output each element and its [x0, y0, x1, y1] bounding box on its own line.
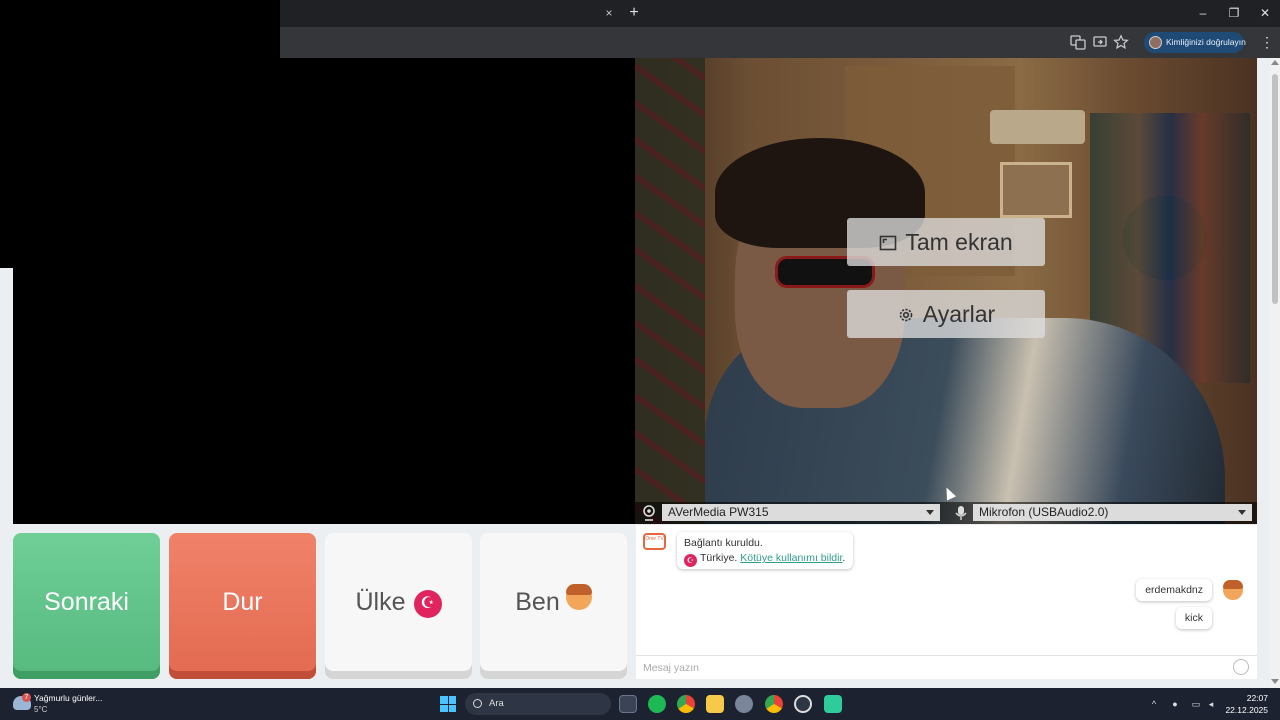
profile-verify-button[interactable]: Kimliğinizi doğrulayın — [1144, 32, 1246, 53]
my-message: kick — [1175, 607, 1212, 629]
my-message: erdemakdnz — [1136, 579, 1212, 601]
search-placeholder: Ara — [489, 698, 504, 709]
task-view-icon[interactable] — [619, 695, 637, 713]
volume-icon[interactable]: ◂ — [1206, 699, 1216, 709]
spotify-icon[interactable] — [648, 695, 666, 713]
report-suffix: . — [842, 552, 846, 564]
translate-icon[interactable] — [1070, 34, 1086, 50]
stop-label: Dur — [222, 588, 263, 616]
message-input[interactable] — [636, 655, 1257, 679]
country-button[interactable]: Ülke ☪ — [325, 533, 472, 679]
clock-date[interactable]: 22.12.2025 — [1218, 705, 1268, 715]
chevron-down-icon — [1238, 510, 1246, 515]
report-abuse-link[interactable]: Kötüye kullanımı bildir — [740, 552, 842, 564]
system-message: Bağlantı kuruldu. ☪ Türkiye. Kötüye kulla… — [677, 532, 853, 569]
cast-icon[interactable] — [1092, 34, 1108, 50]
black-overlay — [0, 58, 280, 268]
browser-menu-icon[interactable]: ⋮ — [1260, 33, 1274, 51]
settings-button[interactable]: Ayarlar — [847, 290, 1045, 338]
camera-select-value: AVerMedia PW315 — [668, 505, 769, 519]
avatar-face-icon — [565, 584, 592, 610]
start-button[interactable] — [440, 696, 456, 712]
windows-taskbar: 7 Yağmurlu günler... 5°C Ara ^ ● ▭ ◂ 22:… — [0, 688, 1280, 720]
profile-label: Kimliğinizi doğrulayın — [1166, 37, 1246, 47]
screen: × + – ❐ ✕ Kimliğinizi doğrulayın ⋮ Tam e… — [0, 0, 1280, 720]
fullscreen-label: Tam ekran — [905, 229, 1013, 255]
country-label: Ülke — [355, 588, 406, 616]
emoji-icon[interactable] — [1233, 659, 1249, 675]
file-explorer-icon[interactable] — [706, 695, 724, 713]
stop-button[interactable]: Dur — [169, 533, 316, 679]
bookmark-star-icon[interactable] — [1113, 34, 1129, 50]
tab-bar: × + – ❐ ✕ — [280, 0, 1280, 27]
settings-app-icon[interactable] — [735, 695, 753, 713]
new-tab-button[interactable]: + — [626, 4, 642, 22]
me-label: Ben — [515, 588, 560, 616]
chevron-up-icon[interactable]: ^ — [1149, 699, 1159, 709]
profile-avatar — [1149, 36, 1162, 49]
chrome-icon[interactable] — [677, 695, 695, 713]
steam-icon[interactable] — [794, 695, 812, 713]
microphone-icon — [955, 506, 967, 520]
weather-badge: 7 — [22, 693, 31, 702]
device-bar: AVerMedia PW315 Mikrofon (USBAudio2.0) — [635, 502, 1257, 524]
restore-button[interactable]: ❐ — [1223, 4, 1245, 22]
clock-time[interactable]: 22:07 — [1228, 693, 1268, 703]
camera-select[interactable]: AVerMedia PW315 — [662, 504, 940, 521]
next-label: Sonraki — [44, 588, 129, 616]
network-icon[interactable]: ▭ — [1191, 699, 1201, 709]
close-window-button[interactable]: ✕ — [1254, 4, 1276, 22]
system-country: Türkiye. — [700, 552, 738, 564]
weather-text[interactable]: Yağmurlu günler... — [34, 693, 102, 703]
app-icon[interactable] — [824, 695, 842, 713]
weather-temp: 5°C — [34, 705, 48, 714]
chevron-down-icon — [926, 510, 934, 515]
microphone-tray-icon[interactable]: ● — [1170, 699, 1180, 709]
turkey-flag-icon: ☪ — [413, 590, 442, 618]
scrollbar-thumb[interactable] — [1272, 74, 1278, 304]
turkey-flag-icon: ☪ — [684, 554, 697, 567]
scroll-up-icon[interactable] — [1271, 60, 1279, 65]
system-message-country-line: ☪ Türkiye. Kötüye kullanımı bildir. — [684, 552, 846, 567]
microphone-select[interactable]: Mikrofon (USBAudio2.0) — [973, 504, 1252, 521]
video-air-conditioner — [990, 110, 1085, 144]
page-scrollbar[interactable] — [1270, 58, 1280, 688]
gear-icon — [899, 308, 913, 322]
next-button[interactable]: Sonraki — [13, 533, 160, 679]
fullscreen-icon — [880, 235, 897, 251]
microphone-select-value: Mikrofon (USBAudio2.0) — [979, 505, 1109, 519]
fullscreen-button[interactable]: Tam ekran — [847, 218, 1045, 266]
minimize-button[interactable]: – — [1192, 4, 1214, 22]
search-icon — [473, 699, 482, 708]
my-avatar — [1223, 580, 1243, 600]
omegle-page: Tam ekran Ayarlar AVerMedia PW315 Mikrof… — [0, 58, 1280, 688]
chrome-profile-icon[interactable] — [765, 695, 783, 713]
video-picture-frame — [1000, 162, 1072, 218]
webcam-icon — [643, 505, 655, 521]
ometv-logo: Ome TV — [643, 533, 666, 550]
tab-close-icon[interactable]: × — [602, 6, 616, 20]
settings-label: Ayarlar — [922, 301, 996, 327]
video-curtain — [635, 58, 705, 524]
browser-toolbar: Kimliğinizi doğrulayın ⋮ — [280, 27, 1280, 58]
scroll-down-icon[interactable] — [1271, 679, 1279, 684]
me-button[interactable]: Ben — [480, 533, 627, 679]
taskbar-search[interactable]: Ara — [465, 693, 611, 715]
system-message-connected: Bağlantı kuruldu. — [684, 537, 763, 549]
